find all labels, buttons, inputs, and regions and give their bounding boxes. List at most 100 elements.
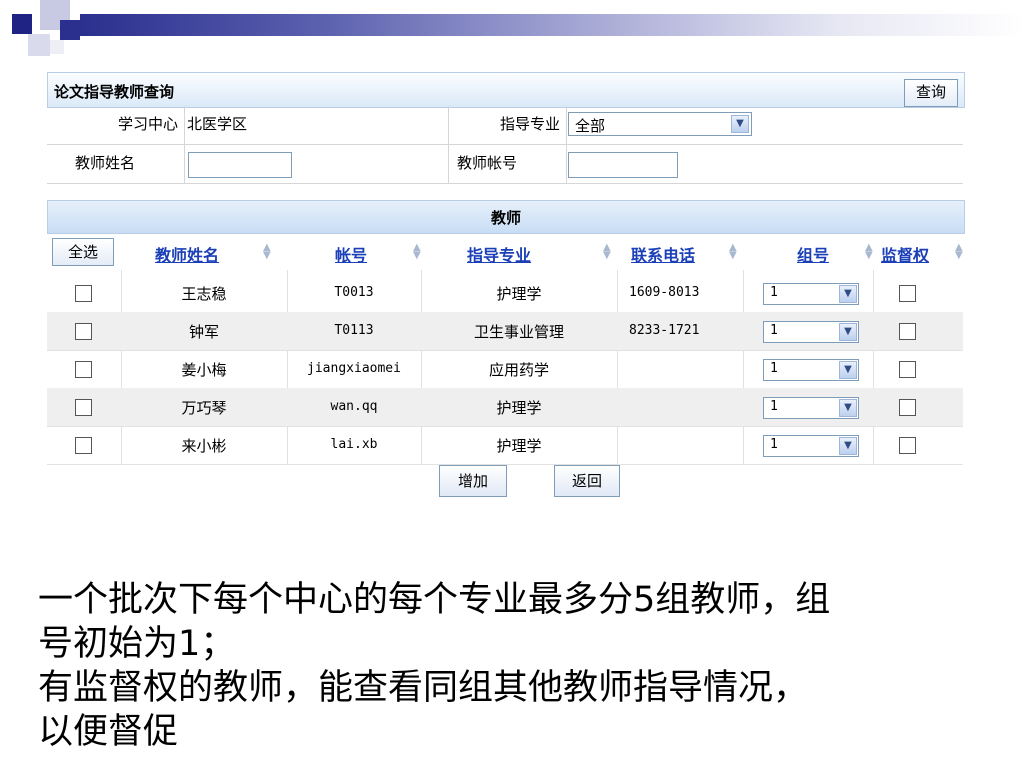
teacher-major: 护理学 bbox=[496, 437, 542, 455]
filter-row-1: 学习中心 北医学区 指导专业 全部 ▼ bbox=[47, 106, 963, 145]
teacher-account-input-cell bbox=[567, 145, 963, 183]
sort-arrows-icon[interactable]: ▲ ▼ bbox=[603, 243, 611, 261]
select-all-cell: 全选 bbox=[47, 234, 121, 270]
chevron-down-icon[interactable]: ▼ bbox=[839, 285, 857, 303]
major-select[interactable]: 全部 ▼ bbox=[568, 112, 752, 136]
col-account: 帐号 ▲ ▼ bbox=[287, 234, 421, 270]
deco-square bbox=[50, 40, 64, 54]
sort-arrows-icon[interactable]: ▲ ▼ bbox=[263, 243, 271, 261]
row-checkbox[interactable] bbox=[75, 323, 92, 340]
group-select-value: 1 bbox=[770, 437, 778, 452]
query-button[interactable]: 查询 bbox=[904, 79, 958, 107]
table-row: 来小彬 lai.xb 护理学 1 ▼ bbox=[47, 426, 963, 465]
teacher-section-bar: 教师 bbox=[47, 200, 965, 234]
chevron-down-icon[interactable]: ▼ bbox=[839, 399, 857, 417]
slide-header-decoration bbox=[0, 0, 1024, 60]
group-select-value: 1 bbox=[770, 323, 778, 338]
study-center-label-cell: 学习中心 bbox=[47, 106, 185, 144]
teacher-name-input[interactable] bbox=[188, 152, 292, 178]
teacher-account: wan.qq bbox=[330, 399, 378, 414]
sort-arrows-icon[interactable]: ▲ ▼ bbox=[865, 243, 873, 261]
supervision-checkbox[interactable] bbox=[899, 323, 916, 340]
teacher-account: lai.xb bbox=[330, 437, 378, 452]
col-major: 指导专业 ▲ ▼ bbox=[421, 234, 617, 270]
slide-notes: 一个批次下每个中心的每个专业最多分5组教师，组 号初始为1； 有监督权的教师，能… bbox=[38, 578, 998, 754]
group-select-value: 1 bbox=[770, 399, 778, 414]
note-line: 号初始为1； bbox=[38, 624, 236, 664]
teacher-name: 来小彬 bbox=[181, 437, 227, 455]
row-checkbox[interactable] bbox=[75, 285, 92, 302]
back-button[interactable]: 返回 bbox=[554, 465, 620, 497]
row-checkbox[interactable] bbox=[75, 437, 92, 454]
supervision-checkbox[interactable] bbox=[899, 399, 916, 416]
study-center-label: 学习中心 bbox=[117, 115, 178, 133]
teacher-name: 姜小梅 bbox=[181, 361, 227, 379]
teacher-account: T0013 bbox=[334, 285, 374, 300]
teacher-account: T0113 bbox=[334, 323, 374, 338]
supervision-checkbox[interactable] bbox=[899, 361, 916, 378]
group-select[interactable]: 1 ▼ bbox=[763, 435, 859, 457]
supervision-checkbox[interactable] bbox=[899, 437, 916, 454]
select-all-button[interactable]: 全选 bbox=[52, 238, 114, 266]
chevron-down-icon[interactable]: ▼ bbox=[839, 361, 857, 379]
deco-square bbox=[28, 34, 50, 56]
sort-link-group[interactable]: 组号 bbox=[797, 242, 829, 266]
row-checkbox[interactable] bbox=[75, 361, 92, 378]
note-line: 有监督权的教师，能查看同组其他教师指导情况， bbox=[38, 668, 809, 708]
deco-square bbox=[60, 20, 80, 40]
note-line: 以便督促 bbox=[38, 712, 179, 752]
sort-arrows-icon[interactable]: ▲ ▼ bbox=[413, 243, 421, 261]
add-button[interactable]: 增加 bbox=[439, 465, 507, 497]
group-select-value: 1 bbox=[770, 285, 778, 300]
group-select[interactable]: 1 ▼ bbox=[763, 359, 859, 381]
section-title: 教师 bbox=[490, 209, 521, 227]
row-checkbox[interactable] bbox=[75, 399, 92, 416]
group-select-value: 1 bbox=[770, 361, 778, 376]
deco-gradient-bar bbox=[80, 14, 1024, 36]
sort-arrows-icon[interactable]: ▲ ▼ bbox=[955, 243, 963, 261]
teacher-query-panel: 论文指导教师查询 查询 学习中心 北医学区 指导专业 全部 ▼ 教师姓名 教师帐… bbox=[47, 72, 965, 476]
group-select[interactable]: 1 ▼ bbox=[763, 397, 859, 419]
table-row: 姜小梅 jiangxiaomei 应用药学 1 ▼ bbox=[47, 350, 963, 389]
col-group: 组号 ▲ ▼ bbox=[743, 234, 873, 270]
teacher-account-input[interactable] bbox=[568, 152, 678, 178]
col-supervision: 监督权 ▲ ▼ bbox=[873, 234, 963, 270]
sort-link-phone[interactable]: 联系电话 bbox=[631, 242, 695, 266]
sort-link-teacher-name[interactable]: 教师姓名 bbox=[155, 242, 219, 266]
chevron-down-icon[interactable]: ▼ bbox=[839, 323, 857, 341]
teacher-name-input-cell bbox=[185, 145, 449, 183]
major-label: 指导专业 bbox=[499, 115, 560, 133]
sort-link-supervision[interactable]: 监督权 bbox=[881, 242, 929, 266]
major-value-cell: 全部 ▼ bbox=[567, 106, 963, 144]
teacher-major: 卫生事业管理 bbox=[473, 323, 564, 341]
col-phone: 联系电话 ▲ ▼ bbox=[617, 234, 743, 270]
filter-row-2: 教师姓名 教师帐号 bbox=[47, 145, 963, 184]
table-row: 王志稳 T0013 护理学 1609-8013 1 ▼ bbox=[47, 274, 963, 313]
teacher-account: jiangxiaomei bbox=[307, 361, 401, 376]
study-center-value-cell: 北医学区 bbox=[185, 106, 449, 144]
teacher-name: 王志稳 bbox=[181, 285, 227, 303]
group-select[interactable]: 1 ▼ bbox=[763, 321, 859, 343]
sort-link-account[interactable]: 帐号 bbox=[335, 242, 367, 266]
table-header-row: 全选 教师姓名 ▲ ▼ 帐号 ▲ ▼ 指导专业 ▲ ▼ 联系电话 ▲ ▼ 组号 ▲ ▼ 监… bbox=[47, 234, 963, 270]
sort-arrows-icon[interactable]: ▲ ▼ bbox=[729, 243, 737, 261]
panel-title: 论文指导教师查询 bbox=[54, 83, 175, 101]
chevron-down-icon[interactable]: ▼ bbox=[839, 437, 857, 455]
table-row: 万巧琴 wan.qq 护理学 1 ▼ bbox=[47, 388, 963, 427]
teacher-major: 护理学 bbox=[496, 399, 542, 417]
group-select[interactable]: 1 ▼ bbox=[763, 283, 859, 305]
teacher-name-label: 教师姓名 bbox=[75, 154, 136, 172]
panel-title-bar: 论文指导教师查询 查询 bbox=[47, 72, 965, 108]
sort-link-major[interactable]: 指导专业 bbox=[467, 242, 531, 266]
teacher-account-label-cell: 教师帐号 bbox=[449, 145, 567, 183]
table-row: 钟军 T0113 卫生事业管理 8233-1721 1 ▼ bbox=[47, 312, 963, 351]
study-center-value: 北医学区 bbox=[187, 115, 248, 133]
chevron-down-icon[interactable]: ▼ bbox=[731, 115, 749, 133]
teacher-major: 护理学 bbox=[496, 285, 542, 303]
teacher-phone: 8233-1721 bbox=[629, 323, 700, 338]
major-label-cell: 指导专业 bbox=[449, 106, 567, 144]
teacher-phone: 1609-8013 bbox=[629, 285, 700, 300]
teacher-name-label-cell: 教师姓名 bbox=[47, 145, 185, 183]
supervision-checkbox[interactable] bbox=[899, 285, 916, 302]
teacher-name: 钟军 bbox=[188, 323, 219, 341]
